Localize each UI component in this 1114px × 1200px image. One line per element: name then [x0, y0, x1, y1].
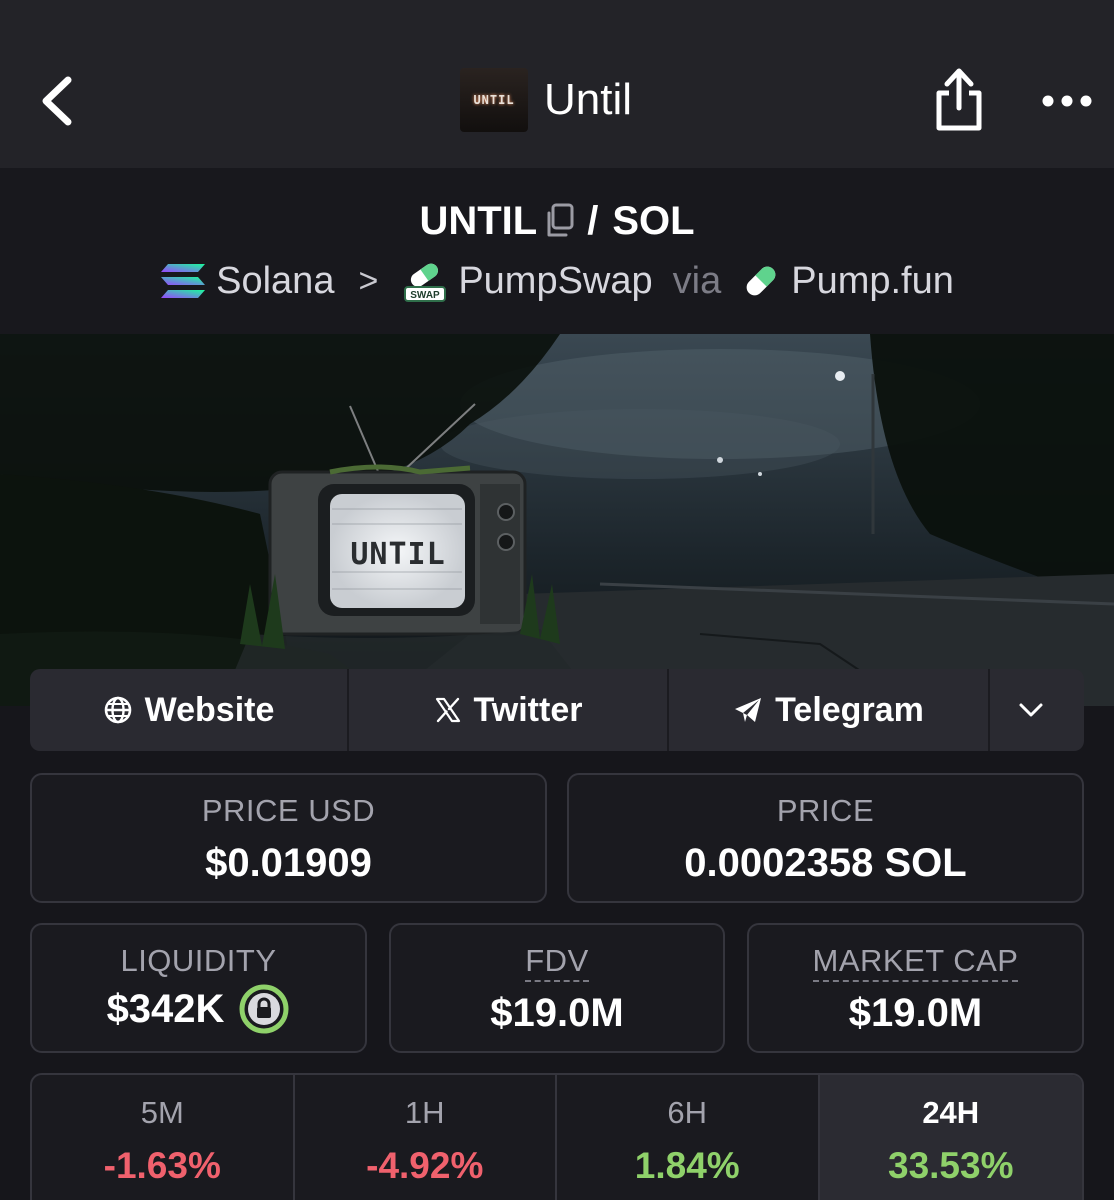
- twitter-label: Twitter: [473, 690, 583, 729]
- pair-header: UNTIL / SOL Solana > SWAP PumpSwap via P…: [0, 168, 1114, 334]
- base-token: UNTIL: [419, 198, 538, 243]
- price-usd-card: PRICE USD $0.01909: [30, 773, 547, 903]
- chevron-right-icon: >: [358, 261, 379, 300]
- price-change-tabs: 5M -1.63% 1H -4.92% 6H 1.84% 24H 33.53%: [30, 1073, 1084, 1200]
- twitter-button[interactable]: Twitter: [349, 669, 669, 751]
- token-banner: UNTIL: [0, 334, 1114, 706]
- telegram-icon: [735, 698, 762, 722]
- fdv-value: $19.0M: [490, 991, 624, 1035]
- tab-1h-label: 1H: [404, 1095, 445, 1130]
- chain-link[interactable]: Solana: [216, 260, 334, 303]
- chain-breadcrumb: Solana > SWAP PumpSwap via Pump.fun: [0, 256, 1114, 306]
- liquidity-value-row: $342K: [32, 983, 365, 1035]
- token-avatar-text: UNTIL: [473, 93, 515, 107]
- price-usd-label: PRICE USD: [201, 793, 376, 828]
- dex-link[interactable]: PumpSwap: [458, 260, 652, 303]
- pumpfun-icon: [746, 266, 776, 296]
- copy-icon[interactable]: [543, 202, 577, 240]
- solana-icon: [161, 264, 206, 298]
- market-cap-value: $19.0M: [848, 991, 983, 1035]
- tab-5m-value: -1.63%: [103, 1145, 221, 1186]
- globe-icon: [104, 696, 131, 724]
- token-avatar: UNTIL: [460, 68, 528, 132]
- website-button[interactable]: Website: [30, 669, 349, 751]
- price-native-card: PRICE 0.0002358 SOL: [567, 773, 1084, 903]
- market-cap-card[interactable]: MARKET CAP $19.0M: [747, 923, 1084, 1053]
- pumpswap-icon: SWAP: [404, 263, 447, 302]
- market-cap-label: MARKET CAP: [812, 943, 1019, 982]
- more-links-button[interactable]: [990, 669, 1084, 751]
- tab-6h[interactable]: 6H 1.84%: [557, 1075, 820, 1200]
- banner-image: UNTIL: [0, 334, 1114, 706]
- more-icon[interactable]: [1040, 86, 1094, 116]
- website-label: Website: [144, 690, 275, 729]
- x-logo-icon: [435, 697, 460, 723]
- tab-6h-label: 6H: [667, 1095, 708, 1130]
- tv-screen-text: UNTIL: [350, 537, 445, 572]
- quote-token: SOL: [612, 198, 695, 243]
- share-icon[interactable]: [932, 66, 986, 134]
- via-text: via: [672, 259, 722, 302]
- liquidity-label: LIQUIDITY: [120, 943, 277, 978]
- fdv-label: FDV: [525, 943, 589, 982]
- pair-name: UNTIL / SOL: [0, 196, 1114, 246]
- price-usd-value: $0.01909: [205, 841, 372, 885]
- chevron-down-icon: [1019, 703, 1043, 717]
- tab-5m-label: 5M: [140, 1095, 184, 1130]
- liquidity-card: LIQUIDITY $342K: [30, 923, 367, 1053]
- social-links-bar: Website Twitter Telegram: [30, 669, 1084, 751]
- token-title: UNTIL Until: [460, 68, 632, 132]
- tab-1h-value: -4.92%: [366, 1145, 484, 1186]
- chevron-left-icon[interactable]: [34, 74, 80, 128]
- tab-6h-value: 1.84%: [634, 1145, 740, 1186]
- swap-badge-text: SWAP: [411, 290, 441, 301]
- pair-separator: /: [587, 198, 599, 243]
- top-nav-bar: UNTIL Until: [0, 0, 1114, 168]
- fdv-card[interactable]: FDV $19.0M: [389, 923, 725, 1053]
- tab-24h-value: 33.53%: [888, 1145, 1014, 1186]
- liquidity-value: $342K: [106, 986, 225, 1031]
- page-title: Until: [544, 75, 633, 124]
- telegram-label: Telegram: [775, 690, 924, 729]
- tab-24h-label: 24H: [922, 1095, 980, 1130]
- telegram-button[interactable]: Telegram: [669, 669, 990, 751]
- price-native-label: PRICE: [776, 793, 875, 828]
- price-native-value: 0.0002358 SOL: [684, 841, 967, 885]
- launchpad-link[interactable]: Pump.fun: [791, 260, 954, 303]
- tab-24h[interactable]: 24H 33.53%: [819, 1075, 1082, 1200]
- lock-icon[interactable]: [238, 983, 290, 1035]
- tab-1h[interactable]: 1H -4.92%: [295, 1075, 557, 1200]
- tab-5m[interactable]: 5M -1.63%: [32, 1075, 295, 1200]
